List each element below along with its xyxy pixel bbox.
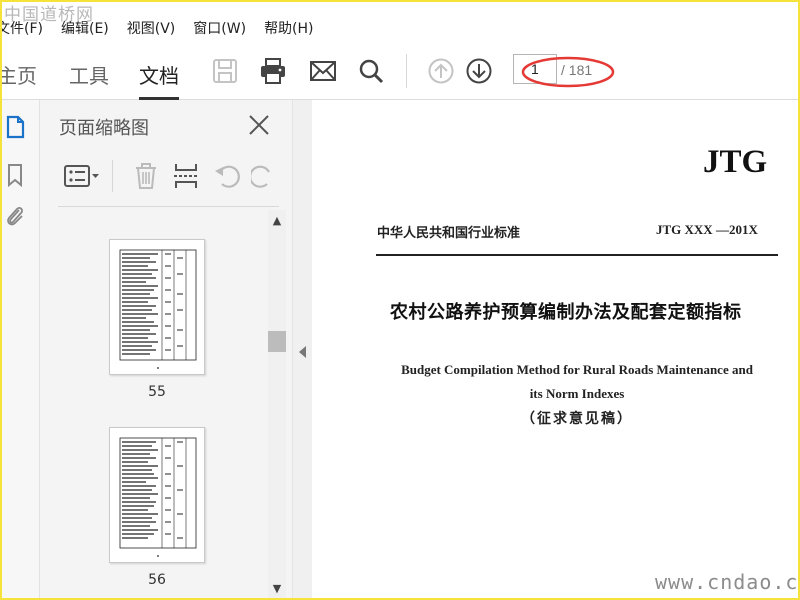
menu-window[interactable]: 窗口(W)	[193, 18, 246, 38]
watermark-top: 中国道桥网	[4, 5, 94, 25]
toolbar: 主页 工具 文档 1 / 181	[0, 44, 800, 100]
options-icon[interactable]	[63, 162, 101, 190]
rotate-left-icon[interactable]	[212, 162, 242, 190]
extract-icon[interactable]	[172, 161, 200, 191]
left-rail	[0, 100, 40, 600]
scroll-up-icon[interactable]: ▲	[268, 214, 286, 228]
thumbnail-table-preview	[119, 249, 197, 369]
delete-icon[interactable]	[132, 162, 160, 190]
page-up-icon[interactable]	[426, 56, 456, 86]
doc-draft-label: （征求意见稿）	[521, 411, 633, 427]
page-thumbnail-55[interactable]	[109, 239, 205, 375]
panel-toolbar	[59, 158, 289, 194]
menu-bar: 文件(F) 编辑(E) 视图(V) 窗口(W) 帮助(H)	[0, 16, 800, 40]
doc-rule	[376, 254, 778, 256]
thumbnail-page-number: 55	[148, 384, 166, 400]
doc-title-english-line1: Budget Compilation Method for Rural Road…	[401, 362, 753, 377]
tab-tools[interactable]: 工具	[69, 60, 109, 89]
thumbnail-panel: 页面缩略图 55 56	[40, 100, 292, 600]
annotation-ellipse	[521, 56, 615, 88]
scroll-down-icon[interactable]: ▼	[268, 582, 286, 596]
page-thumbnails-icon[interactable]	[2, 114, 28, 140]
panel-divider	[58, 206, 279, 207]
watermark-bottom: www.cndao.com	[655, 570, 800, 594]
search-icon[interactable]	[356, 56, 386, 86]
doc-standard-code: JTG XXX —201X	[656, 222, 758, 237]
print-icon[interactable]	[258, 56, 288, 86]
tab-document[interactable]: 文档	[139, 60, 179, 89]
thumbnail-scrollbar[interactable]: ▲ ▼	[268, 210, 286, 600]
thumbnail-page-number: 56	[148, 572, 166, 588]
attachments-icon[interactable]	[2, 204, 28, 230]
scrollbar-thumb[interactable]	[268, 331, 286, 352]
toolbar-separator	[406, 54, 407, 88]
collapse-panel-icon[interactable]	[299, 346, 306, 358]
close-icon[interactable]	[246, 112, 272, 138]
doc-brand: JTG	[703, 144, 768, 180]
doc-title-english: Budget Compilation Method for Rural Road…	[376, 358, 778, 406]
page-thumbnail-56[interactable]	[109, 427, 205, 563]
menu-view[interactable]: 视图(V)	[127, 18, 176, 38]
rotate-right-icon[interactable]	[251, 162, 277, 190]
panel-title: 页面缩略图	[59, 118, 149, 139]
tab-home[interactable]: 主页	[0, 60, 37, 89]
page-down-icon[interactable]	[464, 56, 494, 86]
email-icon[interactable]	[308, 56, 338, 86]
tool-separator	[112, 160, 113, 192]
save-icon[interactable]	[210, 56, 240, 86]
thumbnail-table-preview	[119, 437, 197, 557]
doc-standard-label: 中华人民共和国行业标准	[377, 226, 521, 241]
menu-help[interactable]: 帮助(H)	[264, 18, 313, 38]
panel-splitter[interactable]	[292, 100, 312, 600]
thumbnail-list: 55 56	[58, 208, 280, 600]
doc-title-chinese: 农村公路养护预算编制办法及配套定额指标	[390, 302, 742, 323]
doc-title-english-line2: its Norm Indexes	[529, 386, 625, 401]
bookmarks-icon[interactable]	[2, 162, 28, 188]
